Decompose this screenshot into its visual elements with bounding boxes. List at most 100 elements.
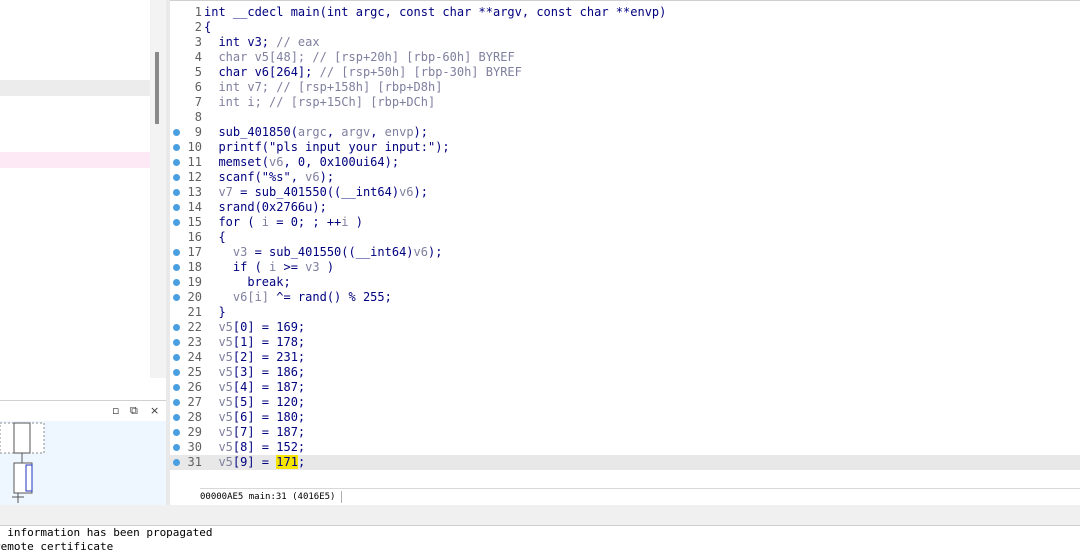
breakpoint-dot-icon[interactable] <box>173 399 180 406</box>
breakpoint-dot-icon[interactable] <box>173 354 180 361</box>
left-scrollbar[interactable] <box>150 0 166 378</box>
output-splitter[interactable] <box>0 505 1080 526</box>
line-number: 13 <box>187 185 202 199</box>
code-text: v6[i] ^= rand() % 255; <box>232 290 392 304</box>
code-line[interactable]: 27 v5[5] = 120; <box>170 395 1080 410</box>
list-row-highlighted[interactable] <box>0 152 150 168</box>
code-line[interactable]: 21 } <box>170 305 1080 320</box>
breakpoint-dot-icon[interactable] <box>173 339 180 346</box>
code-line[interactable]: 15 for ( i = 0; ; ++i ) <box>170 215 1080 230</box>
line-number: 15 <box>187 215 202 229</box>
code-text: char v6[264]; // [rsp+50h] [rbp-30h] BYR… <box>204 65 522 79</box>
code-text: v5[8] = 152; <box>218 440 306 454</box>
code-text: int v7; // [rsp+158h] [rbp+D8h] <box>218 80 443 94</box>
code-text: v3 = sub_401550((__int64)v6); <box>232 245 443 259</box>
breakpoint-dot-icon[interactable] <box>173 249 180 256</box>
code-line[interactable]: 6 int v7; // [rsp+158h] [rbp+D8h] <box>170 80 1080 95</box>
list-row-selected[interactable] <box>0 80 150 96</box>
breakpoint-dot-icon[interactable] <box>173 204 180 211</box>
code-text: v5[6] = 180; <box>218 410 306 424</box>
line-number: 28 <box>187 410 202 424</box>
code-text: sub_401850(argc, argv, envp); <box>204 125 428 139</box>
code-line[interactable]: 25 v5[3] = 186; <box>170 365 1080 380</box>
line-number: 11 <box>187 155 202 169</box>
restore-icon[interactable]: ⧉ <box>130 404 138 418</box>
breakpoint-dot-icon[interactable] <box>173 159 180 166</box>
breakpoint-dot-icon[interactable] <box>173 174 180 181</box>
code-line[interactable]: 12 scanf("%s", v6); <box>170 170 1080 185</box>
code-text: srand(0x2766u); <box>204 200 327 214</box>
line-number: 27 <box>187 395 202 409</box>
code-text: v5[3] = 186; <box>218 365 306 379</box>
breakpoint-dot-icon[interactable] <box>173 279 180 286</box>
code-line[interactable]: 28 v5[6] = 180; <box>170 410 1080 425</box>
code-line[interactable]: 22 v5[0] = 169; <box>170 320 1080 335</box>
breakpoint-dot-icon[interactable] <box>173 429 180 436</box>
code-line[interactable]: 24 v5[2] = 231; <box>170 350 1080 365</box>
line-number: 29 <box>187 425 202 439</box>
functions-panel[interactable] <box>0 0 167 378</box>
code-line[interactable]: 18 if ( i >= v3 ) <box>170 260 1080 275</box>
code-line[interactable]: 16 { <box>170 230 1080 245</box>
breakpoint-dot-icon[interactable] <box>173 294 180 301</box>
code-line[interactable]: 20 v6[i] ^= rand() % 255; <box>170 290 1080 305</box>
line-number: 25 <box>187 365 202 379</box>
code-text: memset(v6, 0, 0x100ui64); <box>204 155 400 169</box>
graph-overview-diagram <box>0 422 45 503</box>
code-line[interactable]: 31 v5[9] = 171; <box>170 455 1080 470</box>
breakpoint-dot-icon[interactable] <box>173 444 180 451</box>
line-number: 9 <box>194 125 202 139</box>
code-line[interactable]: 1 int __cdecl main(int argc, const char *… <box>170 5 1080 20</box>
breakpoint-dot-icon[interactable] <box>173 384 180 391</box>
code-text: printf("pls input your input:"); <box>204 140 450 154</box>
code-line[interactable]: 23 v5[1] = 178; <box>170 335 1080 350</box>
code-line[interactable]: 2{ <box>170 20 1080 35</box>
line-number: 23 <box>187 335 202 349</box>
close-icon[interactable]: × <box>150 404 159 417</box>
code-text: } <box>204 305 226 319</box>
code-line[interactable]: 30 v5[8] = 152; <box>170 440 1080 455</box>
code-line[interactable]: 19 break; <box>170 275 1080 290</box>
code-line[interactable]: 9 sub_401850(argc, argv, envp); <box>170 125 1080 140</box>
breakpoint-dot-icon[interactable] <box>173 219 180 226</box>
code-line[interactable]: 13 v7 = sub_401550((__int64)v6); <box>170 185 1080 200</box>
code-text: v5[4] = 187; <box>218 380 306 394</box>
code-text: v5[5] = 120; <box>218 395 306 409</box>
code-line[interactable]: 29 v5[7] = 187; <box>170 425 1080 440</box>
breakpoint-dot-icon[interactable] <box>173 324 180 331</box>
code-line[interactable]: 26 v5[4] = 187; <box>170 380 1080 395</box>
breakpoint-dot-icon[interactable] <box>173 459 180 466</box>
pseudocode-view[interactable]: 1 int __cdecl main(int argc, const char *… <box>170 0 1080 506</box>
code-text: char v5[48]; // [rsp+20h] [rbp-60h] BYRE… <box>218 50 515 64</box>
line-number: 26 <box>187 380 202 394</box>
graph-overview[interactable] <box>0 421 166 505</box>
code-line[interactable]: 10 printf("pls input your input:"); <box>170 140 1080 155</box>
line-number: 12 <box>187 170 202 184</box>
code-text: if ( i >= v3 ) <box>204 260 335 274</box>
breakpoint-dot-icon[interactable] <box>173 414 180 421</box>
code-line[interactable]: 14 srand(0x2766u); <box>170 200 1080 215</box>
code-line[interactable]: 5 char v6[264]; // [rsp+50h] [rbp-30h] B… <box>170 65 1080 80</box>
code-text: { <box>204 20 212 34</box>
line-number: 7 <box>194 95 202 109</box>
breakpoint-dot-icon[interactable] <box>173 189 180 196</box>
code-line[interactable]: 4 char v5[48]; // [rsp+20h] [rbp-60h] BY… <box>170 50 1080 65</box>
breakpoint-dot-icon[interactable] <box>173 129 180 136</box>
line-number: 31 <box>187 455 202 469</box>
code-line[interactable]: 3 int v3; // eax <box>170 35 1080 50</box>
status-separator <box>341 490 343 503</box>
line-number: 22 <box>187 320 202 334</box>
code-line[interactable]: 7 int i; // [rsp+15Ch] [rbp+DCh] <box>170 95 1080 110</box>
code-line[interactable]: 8 <box>170 110 1080 125</box>
breakpoint-dot-icon[interactable] <box>173 264 180 271</box>
code-line[interactable]: 17 v3 = sub_401550((__int64)v6); <box>170 245 1080 260</box>
status-address: 00000AE5 main:31 (4016E5) <box>200 492 336 502</box>
line-number: 8 <box>194 110 202 124</box>
breakpoint-dot-icon[interactable] <box>173 369 180 376</box>
line-number: 14 <box>187 200 202 214</box>
line-number: 16 <box>187 230 202 244</box>
breakpoint-dot-icon[interactable] <box>173 144 180 151</box>
code-line[interactable]: 11 memset(v6, 0, 0x100ui64); <box>170 155 1080 170</box>
minimize-icon[interactable]: ▫ <box>112 404 119 417</box>
scrollbar-thumb[interactable] <box>155 52 159 124</box>
